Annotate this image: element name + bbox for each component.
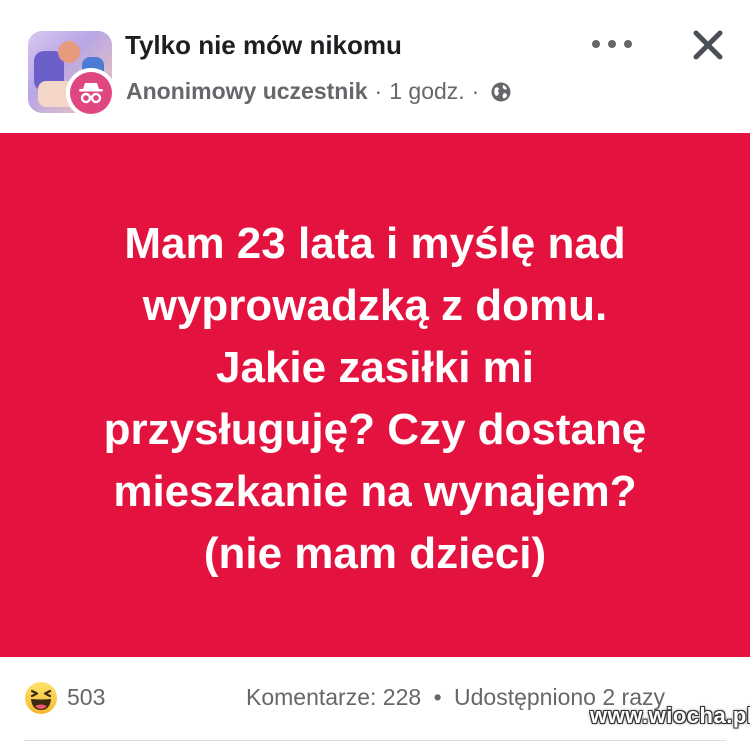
author-name[interactable]: Anonimowy uczestnik (126, 78, 368, 105)
reaction-count[interactable]: 503 (67, 684, 105, 711)
facebook-post: Tylko nie mów nikomu Anonimowy uczestnik… (0, 0, 750, 748)
comments-count[interactable]: Komentarze: 228 (246, 684, 421, 710)
post-text-line: przysługuję? Czy dostanę (103, 405, 647, 454)
haha-reaction-icon[interactable] (24, 681, 58, 715)
dot (624, 40, 632, 48)
watermark: www.wiocha.pl (590, 703, 750, 728)
dot (608, 40, 616, 48)
anonymous-avatar (66, 68, 116, 118)
post-meta: Anonimowy uczestnik · 1 godz. · (126, 78, 512, 105)
post-content-banner[interactable]: Mam 23 lata i myślę nad wyprowadzką z do… (0, 133, 750, 657)
dot (592, 40, 600, 48)
post-text-line: (nie mam dzieci) (203, 529, 547, 578)
post-text-line: wyprowadzką z domu. (142, 281, 608, 330)
globe-icon (490, 81, 512, 103)
post-time[interactable]: 1 godz. (389, 78, 464, 105)
post-header: Tylko nie mów nikomu Anonimowy uczestnik… (0, 0, 750, 133)
stats-separator: • (433, 684, 442, 710)
meta-separator: · (471, 78, 480, 104)
footer-divider (24, 740, 726, 741)
more-options-icon[interactable] (592, 34, 632, 54)
avatar-illustration (58, 41, 80, 63)
post-text-line: mieszkanie na wynajem? (113, 467, 637, 516)
post-text-line: Mam 23 lata i myślę nad (124, 219, 626, 268)
meta-separator: · (374, 78, 383, 104)
post-text: Mam 23 lata i myślę nad wyprowadzką z do… (0, 213, 750, 585)
close-icon[interactable] (688, 25, 728, 65)
post-text-line: Jakie zasiłki mi (216, 343, 534, 392)
anonymous-incognito-icon (70, 72, 112, 114)
group-name[interactable]: Tylko nie mów nikomu (125, 30, 402, 61)
